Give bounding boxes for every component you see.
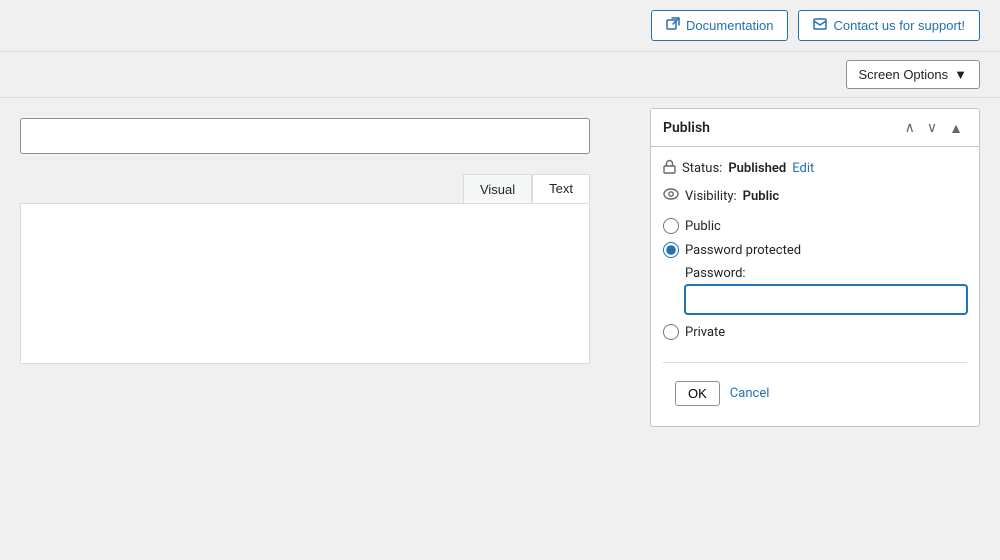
collapse-down-button[interactable]: ∨ (923, 117, 941, 138)
editor-area: Visual Text (0, 108, 650, 427)
visibility-row: Visibility: Public (663, 188, 967, 204)
tab-visual[interactable]: Visual (463, 174, 532, 203)
eye-icon (663, 188, 679, 204)
envelope-icon (813, 18, 827, 33)
option-password-radio[interactable] (663, 242, 679, 258)
option-private-row[interactable]: Private (663, 324, 967, 340)
publish-body: Status: Published Edit Visibility: Publi… (651, 147, 979, 426)
status-edit-link[interactable]: Edit (792, 161, 814, 176)
main-content: Visual Text Publish ∧ ∨ ▲ (0, 98, 1000, 427)
status-row: Status: Published Edit (663, 159, 967, 178)
cancel-link[interactable]: Cancel (730, 386, 770, 401)
password-input[interactable] (685, 285, 967, 314)
option-public-radio[interactable] (663, 218, 679, 234)
support-button[interactable]: Contact us for support! (798, 10, 980, 41)
screen-options-bar: Screen Options ▼ (0, 52, 1000, 98)
option-password-label: Password protected (685, 243, 801, 258)
collapse-up-button[interactable]: ∧ (901, 117, 919, 138)
lock-icon (663, 159, 676, 178)
option-public-row[interactable]: Public (663, 218, 967, 234)
tab-text[interactable]: Text (532, 174, 590, 203)
documentation-button[interactable]: Documentation (651, 10, 788, 41)
editor-tabs: Visual Text (20, 174, 590, 204)
publish-box: Publish ∧ ∨ ▲ Status: (650, 108, 980, 427)
editor-tabs-area: Visual Text (20, 174, 590, 364)
visibility-label: Visibility: (685, 189, 737, 204)
documentation-label: Documentation (686, 18, 773, 33)
divider (663, 362, 967, 363)
editor-body[interactable] (20, 204, 590, 364)
password-field-area: Password: (663, 266, 967, 324)
status-value: Published (728, 161, 786, 176)
sidebar: Publish ∧ ∨ ▲ Status: (650, 108, 1000, 427)
publish-header: Publish ∧ ∨ ▲ (651, 109, 979, 147)
option-private-radio[interactable] (663, 324, 679, 340)
screen-options-button[interactable]: Screen Options ▼ (846, 60, 980, 89)
external-link-icon (666, 17, 680, 34)
publish-controls: ∧ ∨ ▲ (901, 117, 967, 138)
screen-options-label: Screen Options (859, 67, 949, 82)
publish-title: Publish (663, 120, 710, 136)
publish-footer: OK Cancel (663, 373, 967, 414)
title-input[interactable] (20, 118, 590, 154)
visibility-value: Public (743, 189, 779, 204)
option-private-label: Private (685, 325, 725, 340)
support-label: Contact us for support! (833, 18, 965, 33)
password-label: Password: (685, 266, 967, 281)
visibility-options: Public Password protected Password: Priv… (663, 214, 967, 352)
option-password-row[interactable]: Password protected (663, 242, 967, 258)
ok-button[interactable]: OK (675, 381, 720, 406)
chevron-down-icon: ▼ (954, 67, 967, 82)
toggle-button[interactable]: ▲ (945, 118, 967, 138)
top-bar: Documentation Contact us for support! (0, 0, 1000, 52)
option-public-label: Public (685, 219, 721, 234)
status-label: Status: (682, 161, 722, 176)
